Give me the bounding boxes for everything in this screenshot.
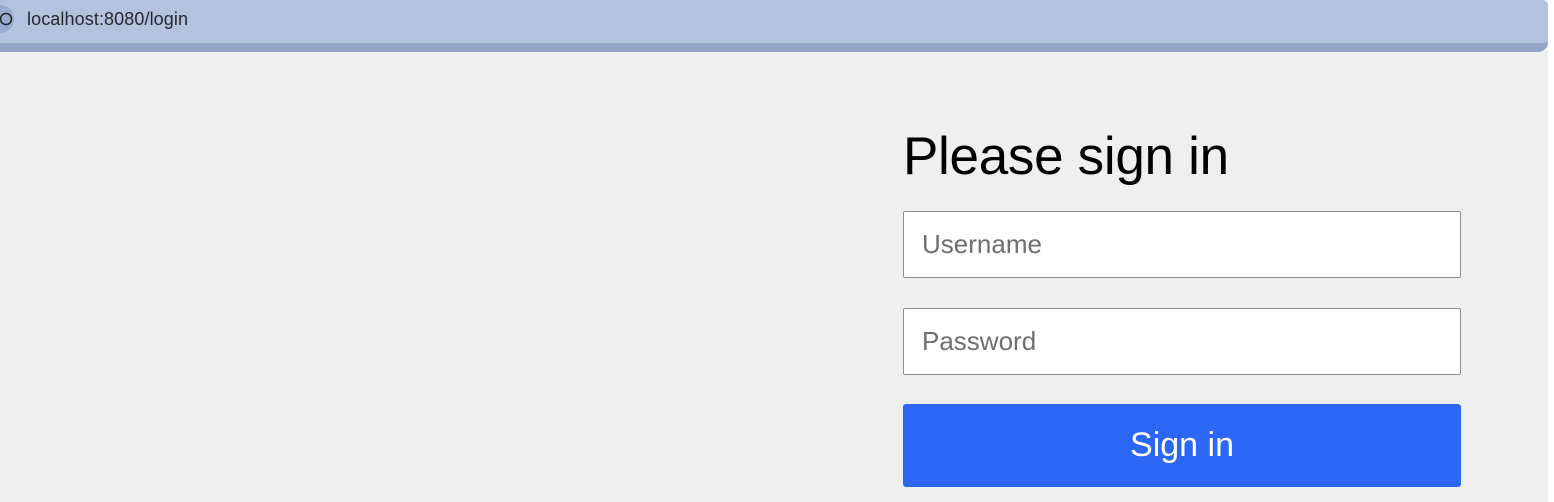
address-bar[interactable]: localhost:8080/login — [0, 0, 1548, 52]
window-edge — [1548, 0, 1554, 502]
url-text[interactable]: localhost:8080/login — [27, 9, 188, 30]
login-form: Please sign in Sign in — [903, 124, 1461, 487]
sign-in-button[interactable]: Sign in — [903, 404, 1461, 487]
password-input[interactable] — [903, 308, 1461, 375]
username-input[interactable] — [903, 211, 1461, 278]
page-title: Please sign in — [903, 127, 1229, 186]
site-info-icon[interactable] — [0, 5, 14, 33]
site-info-glyph — [0, 12, 13, 26]
